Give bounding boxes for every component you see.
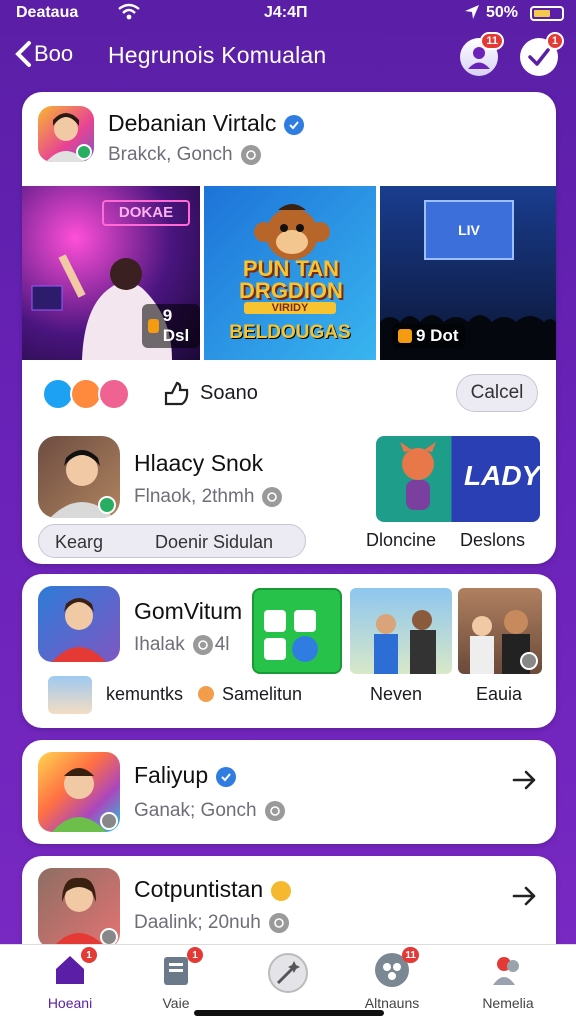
media-tile-concert[interactable]: DOKAE 9 Dsl [22, 186, 200, 360]
arrow-right-icon[interactable] [510, 766, 538, 794]
home-icon: 1 [53, 947, 97, 987]
card-subtitle: Ganak; Gonch [134, 800, 257, 821]
media-caption: 9 Dot [416, 326, 459, 345]
wifi-icon [118, 3, 140, 20]
card-subtitle: Ihalak [134, 634, 185, 655]
thumbnail-caption: Eauia [476, 684, 523, 704]
battery-percent: 50% [486, 4, 519, 21]
crowd-image [380, 315, 556, 360]
neon-sign: DOKAE [102, 200, 190, 226]
smile-badge-icon [271, 880, 292, 901]
location-arrow-icon [465, 5, 479, 19]
promo-text: LADY [464, 460, 540, 491]
card-title: Debanian Virtalc [108, 110, 277, 136]
segment-left[interactable]: Kearg [55, 532, 103, 553]
media-thumbnail-friends[interactable] [350, 588, 452, 674]
globe-icon [264, 800, 285, 821]
profile-badge: 11 [480, 32, 504, 50]
nav-badge: 1 [81, 947, 97, 963]
game-banner: VIRIDY [244, 302, 336, 314]
verified-badge-icon [284, 114, 305, 135]
cartoon-fox-icon [400, 442, 436, 510]
segmented-control[interactable]: Kearg Doenir Sidulan [38, 524, 306, 558]
nav-views[interactable]: 1 Vaie [126, 947, 226, 1011]
back-button[interactable]: Boo [14, 40, 73, 68]
nav-label: Altnauns [364, 995, 420, 1011]
avatar[interactable] [38, 436, 120, 518]
profile-button[interactable]: 11 [460, 32, 504, 76]
media-tile-stage[interactable]: LIV 9 Dot [380, 186, 556, 360]
promo-thumbnail[interactable]: LADY [376, 436, 540, 522]
nav-label: Vaie [162, 995, 190, 1011]
clock: J4:4П [264, 4, 308, 21]
footer-text: Samelitun [222, 684, 303, 704]
game-caption: BELDOUGAS [229, 322, 351, 343]
nav-home[interactable]: 1 Hoeani [20, 947, 120, 1011]
carrier-label: Deatauа [16, 4, 79, 21]
activity-icon: 11 [375, 947, 419, 987]
page-title: Hegrunois Komualan [108, 42, 327, 68]
nav-members[interactable]: Nemelia [458, 953, 558, 1011]
person-avatar-image [52, 598, 106, 662]
thumbnail-caption: Deslons [460, 530, 526, 550]
people-image [374, 610, 436, 674]
nav-label: Hoeani [47, 995, 93, 1011]
feed-card[interactable]: GomVitum Ihalak 4l kemuntks Samelitun Nev… [22, 574, 556, 728]
check-icon [528, 48, 550, 66]
dot-icon [198, 686, 214, 702]
card-title: Cotpuntistan [134, 876, 264, 902]
globe-icon [268, 912, 289, 933]
segment-right[interactable]: Doenir Sidulan [155, 532, 273, 553]
item-subtitle: Flnaok, 2thmh [134, 486, 255, 507]
reaction-count: Soano [200, 382, 258, 404]
item-title: Hlaacy Snok [134, 450, 264, 476]
media-caption: 9 Dsl [162, 306, 190, 345]
nav-badge: 11 [402, 947, 419, 963]
avatar[interactable] [38, 868, 120, 948]
avatar[interactable] [38, 752, 120, 832]
card-badge-text: 4l [214, 634, 230, 655]
verified-badge-icon [216, 766, 237, 787]
footer-text: kemuntks [106, 684, 184, 704]
back-label: Boo [34, 41, 74, 66]
status-bar: Deatauа J4:4П 50% [0, 0, 576, 28]
people-icon [491, 953, 525, 987]
card-subtitle: Brakck, Gonch [108, 144, 233, 165]
tasks-button[interactable]: 1 [520, 32, 564, 76]
feed-card-featured[interactable]: Debanian Virtalc Brakck, Gonch DOKAE 9 D… [22, 92, 556, 564]
avatar[interactable] [38, 586, 120, 662]
cancel-button[interactable]: Calcel [456, 374, 538, 412]
nav-label: Nemelia [482, 995, 534, 1011]
media-thumbnail-call[interactable] [252, 588, 342, 674]
chevron-left-icon [15, 41, 31, 67]
magic-wand-icon [268, 953, 308, 993]
reaction-icons[interactable] [42, 378, 134, 410]
media-thumbnail-group[interactable] [458, 588, 542, 674]
home-indicator [194, 1010, 384, 1016]
battery-icon [530, 6, 564, 21]
nav-activity[interactable]: 11 Altnauns [342, 947, 442, 1011]
tasks-badge: 1 [545, 32, 564, 50]
globe-icon [262, 486, 283, 507]
card-title: Faliyup [134, 762, 209, 788]
thumbnail-caption: Dloncine [366, 530, 437, 550]
arrow-right-icon[interactable] [510, 882, 538, 910]
game-title: PUN TAN DRGDION [239, 256, 343, 303]
avatar[interactable] [38, 106, 94, 162]
app-header: Boo Hegrunois Komualan 11 1 [0, 30, 576, 86]
thumbnail-caption: Neven [370, 684, 423, 704]
feed-card[interactable]: Faliyup Ganak; Gonch [22, 740, 556, 844]
card-subtitle: Daalink; 20nuh [134, 912, 261, 933]
mini-thumbnail[interactable] [48, 676, 92, 714]
like-icon[interactable] [162, 380, 190, 408]
heart-icon [98, 378, 130, 410]
nav-badge: 1 [187, 947, 203, 963]
stage-screen: LIV [424, 200, 514, 260]
media-tile-game[interactable]: PUN TAN DRGDION VIRIDY BELDOUGAS [204, 186, 376, 360]
globe-icon [192, 634, 213, 655]
card-title: GomVitum [134, 598, 243, 624]
document-icon: 1 [159, 947, 203, 987]
nav-center-action[interactable] [238, 953, 338, 993]
globe-icon [240, 144, 261, 165]
